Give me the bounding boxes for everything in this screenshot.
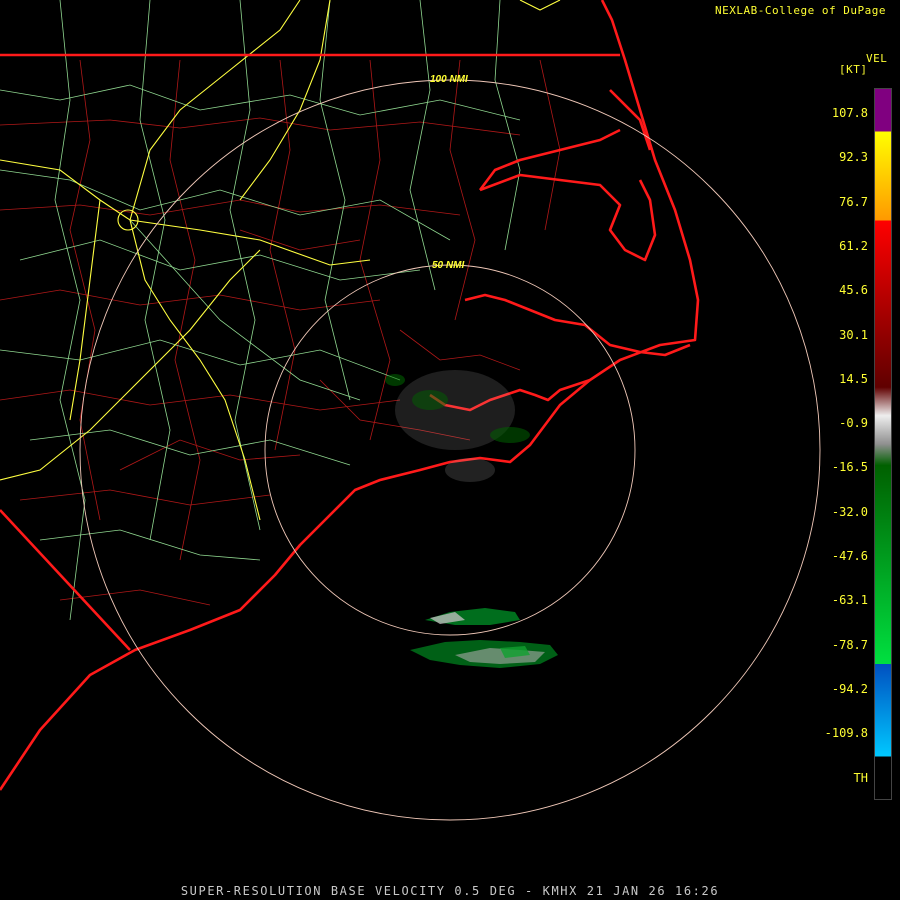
range-ring-label-100: 100 NMI bbox=[430, 74, 468, 85]
color-scale-label: 92.3 bbox=[839, 150, 868, 165]
color-scale-label: -94.2 bbox=[831, 681, 868, 696]
color-scale-label: TH bbox=[853, 770, 868, 785]
color-scale-label: 45.6 bbox=[839, 283, 868, 298]
color-scale-label: 30.1 bbox=[839, 327, 868, 342]
color-scale-label: -47.6 bbox=[831, 549, 868, 563]
color-scale-label: -0.9 bbox=[839, 416, 868, 431]
color-scale-label: 76.7 bbox=[839, 194, 868, 209]
color-scale-label: 14.5 bbox=[839, 371, 868, 386]
color-scale-label: 107.8 bbox=[831, 106, 868, 120]
product-caption: SUPER-RESOLUTION BASE VELOCITY 0.5 DEG -… bbox=[180, 884, 720, 898]
credit-label: NEXLAB-College of DuPage bbox=[715, 4, 886, 17]
radar-map[interactable]: 100 NMI 50 NMI bbox=[0, 0, 900, 900]
color-scale-label: -63.1 bbox=[831, 593, 868, 608]
color-scale-label: -78.7 bbox=[831, 637, 868, 652]
color-scale-bar bbox=[874, 88, 892, 800]
color-scale-label: -32.0 bbox=[831, 504, 868, 519]
product-code: VEL bbox=[866, 52, 888, 65]
range-ring-label-50: 50 NMI bbox=[432, 260, 464, 271]
color-scale-label: -109.8 bbox=[824, 726, 868, 741]
color-scale-label: 61.2 bbox=[839, 238, 868, 253]
color-scale-label: -16.5 bbox=[831, 460, 868, 475]
unit-label: [KT] bbox=[839, 63, 868, 76]
